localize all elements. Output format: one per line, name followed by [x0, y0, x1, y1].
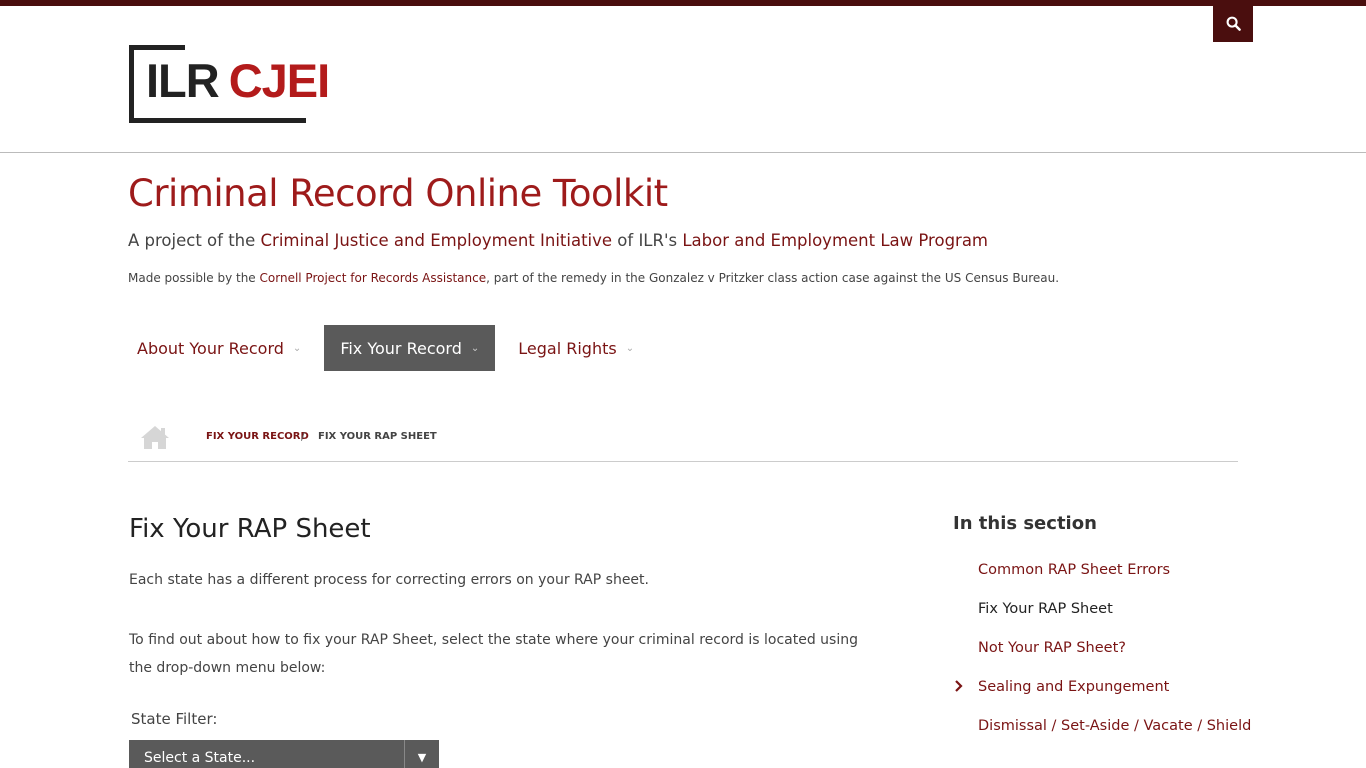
main-nav: About Your Record ⌄ Fix Your Record ⌄ Lega…	[128, 325, 643, 371]
sidebar-item-sealing-and-expungement[interactable]: Sealing and Expungement	[953, 667, 1251, 706]
state-select[interactable]: Select a State... ▼	[129, 740, 439, 768]
home-icon[interactable]	[140, 424, 170, 450]
logo-frame	[129, 45, 134, 123]
nav-item-about-your-record[interactable]: About Your Record ⌄	[128, 325, 310, 371]
state-filter-label: State Filter:	[131, 710, 218, 728]
breadcrumb-fix-your-record[interactable]: Fix Your Record	[206, 431, 309, 442]
logo-frame	[129, 118, 306, 123]
cornell-project-link[interactable]: Cornell Project for Records Assistance	[260, 271, 487, 285]
madeby-prefix: Made possible by the	[128, 271, 260, 285]
ilr-cjei-logo[interactable]: ILR CJEI	[129, 45, 354, 125]
chevron-down-icon: ⌄	[625, 342, 635, 354]
instruction-paragraph: To find out about how to fix your RAP Sh…	[129, 632, 858, 676]
chevron-down-icon: ⌄	[292, 342, 302, 354]
sidebar-item-label: Common RAP Sheet Errors	[978, 561, 1171, 578]
nav-item-label: About Your Record	[137, 338, 284, 358]
breadcrumb: Fix Your Record / Fix Your RAP Sheet	[128, 420, 1238, 462]
nav-item-label: Fix Your Record	[340, 338, 462, 358]
sidebar-item-fix-your-rap-sheet[interactable]: Fix Your RAP Sheet	[953, 589, 1251, 628]
site-title[interactable]: Criminal Record Online Toolkit	[128, 172, 668, 215]
logo-cjei: CJEI	[228, 54, 330, 107]
page-title: Fix Your RAP Sheet	[129, 514, 371, 544]
sidebar-item-label: Dismissal / Set-Aside / Vacate / Shield	[978, 717, 1252, 734]
nav-item-legal-rights[interactable]: Legal Rights ⌄	[509, 325, 643, 371]
tagline-middle: of ILR's	[612, 231, 683, 250]
chevron-right-icon[interactable]	[953, 680, 965, 692]
sidebar-item-not-your-rap-sheet[interactable]: Not Your RAP Sheet?	[953, 628, 1251, 667]
tagline: A project of the Criminal Justice and Em…	[128, 231, 988, 250]
sidebar-nav: Common RAP Sheet Errors Fix Your RAP She…	[953, 550, 1251, 745]
sidebar-item-dismissal-set-aside[interactable]: Dismissal / Set-Aside / Vacate / Shield	[953, 706, 1251, 745]
tagline-prefix: A project of the	[128, 231, 261, 250]
sidebar-title: In this section	[953, 513, 1097, 534]
breadcrumb-separator: /	[301, 430, 305, 443]
logo-ilr: ILR	[146, 54, 220, 107]
header-divider	[0, 152, 1366, 153]
labor-law-program-link[interactable]: Labor and Employment Law Program	[682, 231, 988, 250]
search-button[interactable]	[1213, 4, 1253, 42]
chevron-down-icon: ⌄	[470, 342, 480, 354]
top-bar	[0, 0, 1366, 6]
state-select-value: Select a State...	[144, 750, 256, 766]
cjei-link[interactable]: Criminal Justice and Employment Initiati…	[261, 231, 613, 250]
intro-paragraph: Each state has a different process for c…	[129, 572, 649, 588]
sidebar-item-label: Fix Your RAP Sheet	[978, 600, 1113, 617]
sidebar-item-common-rap-sheet-errors[interactable]: Common RAP Sheet Errors	[953, 550, 1251, 589]
logo-frame	[129, 45, 185, 50]
logo-text: ILR CJEI	[146, 54, 330, 107]
nav-item-fix-your-record[interactable]: Fix Your Record ⌄	[324, 325, 496, 371]
breadcrumb-current: Fix Your RAP Sheet	[318, 431, 437, 442]
search-icon	[1226, 16, 1241, 31]
madeby-suffix: , part of the remedy in the Gonzalez v P…	[486, 271, 1060, 285]
sidebar-item-label: Sealing and Expungement	[978, 678, 1170, 695]
nav-item-label: Legal Rights	[518, 338, 617, 358]
funding-note: Made possible by the Cornell Project for…	[128, 271, 1059, 285]
sidebar-item-label: Not Your RAP Sheet?	[978, 639, 1126, 656]
dropdown-arrow-icon: ▼	[404, 740, 439, 768]
